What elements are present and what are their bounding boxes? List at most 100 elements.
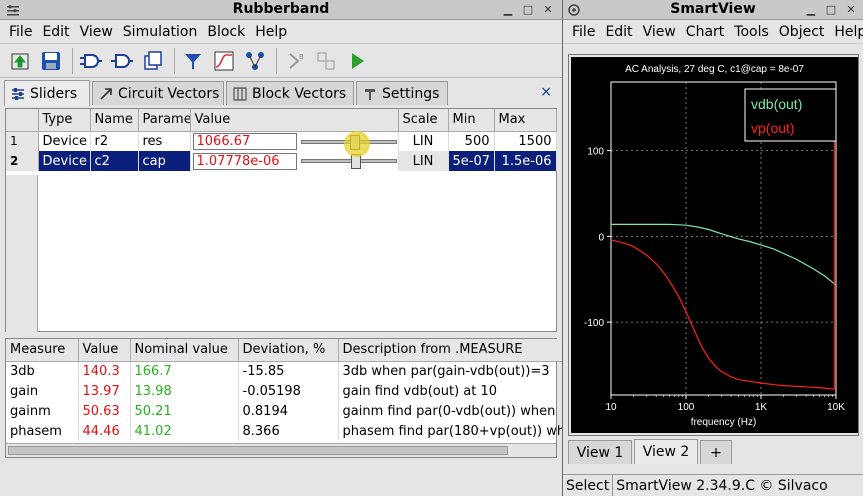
cell-scale[interactable]: LIN (398, 131, 449, 151)
cell-nominal: 166.7 (130, 361, 239, 381)
value-input[interactable]: 1066.67 (192, 133, 297, 151)
cell-min[interactable]: 5e-07 (448, 151, 495, 171)
tab-view-1[interactable]: View 1 (568, 440, 632, 464)
block-vector-icon (233, 87, 247, 100)
col-header-type[interactable]: Type (38, 109, 91, 132)
tab-settings[interactable]: Settings (356, 81, 448, 105)
maximize-icon[interactable]: □ (520, 2, 536, 18)
table-row[interactable]: 3db 140.3 166.7 -15.85 3db when par(gain… (6, 361, 562, 381)
menu-help[interactable]: Help (829, 24, 863, 40)
table-row[interactable]: gain 13.97 13.98 -0.05198 gain find vdb(… (6, 381, 562, 401)
remove-block-icon[interactable] (108, 47, 136, 75)
col-header-nominal[interactable]: Nominal value (130, 339, 239, 362)
step-icon[interactable]: B (281, 47, 309, 75)
horizontal-scrollbar[interactable] (6, 443, 556, 457)
svg-text:B: B (299, 53, 304, 61)
menu-help[interactable]: Help (250, 24, 292, 40)
menubar: File Edit View Simulation Block Help (0, 20, 562, 44)
row-header-strip (6, 175, 38, 332)
close-tab-icon[interactable]: × (540, 84, 552, 100)
cell-deviation: -0.05198 (238, 381, 339, 401)
cell-param[interactable]: cap (138, 151, 191, 171)
wrench-icon (365, 88, 375, 100)
menu-tools[interactable]: Tools (729, 24, 774, 40)
minimize-icon[interactable]: ▁ (803, 2, 819, 18)
corner-header (6, 109, 39, 132)
cursor-highlight (344, 131, 370, 157)
col-header-param[interactable]: Parame (138, 109, 191, 132)
scrollbar-thumb[interactable] (8, 446, 508, 455)
col-header-description[interactable]: Description from .MEASURE (338, 339, 562, 362)
value-input[interactable]: 1.07778e-06 (192, 153, 297, 170)
add-block-icon[interactable] (77, 47, 105, 75)
menu-edit[interactable]: Edit (37, 24, 74, 40)
tab-view-2[interactable]: View 2 (634, 439, 698, 464)
x-axis-label: frequency (Hz) (691, 417, 757, 428)
col-header-value[interactable]: Value (190, 109, 399, 132)
cell-type[interactable]: Device (38, 151, 91, 171)
cell-name[interactable]: c2 (90, 151, 139, 171)
maximize-icon[interactable]: □ (823, 2, 839, 18)
tab-block-vectors-label: Block Vectors (252, 85, 347, 102)
row-number[interactable]: 1 (6, 131, 39, 151)
tab-circuit-vectors[interactable]: Circuit Vectors (92, 81, 224, 105)
legend-entry[interactable]: vdb(out) (751, 96, 802, 112)
tab-block-vectors[interactable]: Block Vectors (226, 81, 354, 105)
ac-analysis-chart[interactable]: AC Analysis, 27 deg C, c1@cap = 8e-07 10 1… (571, 57, 858, 433)
chart-frame: AC Analysis, 27 deg C, c1@cap = 8e-07 10 1… (568, 54, 859, 436)
menu-object[interactable]: Object (774, 24, 830, 40)
arrow-vector-icon (100, 87, 112, 100)
menu-view[interactable]: View (638, 24, 681, 40)
waveform-icon[interactable] (210, 47, 238, 75)
col-header-deviation[interactable]: Deviation, % (238, 339, 339, 362)
tab-sliders[interactable]: Sliders (4, 80, 90, 106)
cell-deviation: 0.8194 (238, 401, 339, 421)
col-header-min[interactable]: Min (448, 109, 495, 132)
x-tick-label: 1K (755, 402, 768, 413)
cell-description: 3db when par(gain-vdb(out))=3 (338, 361, 562, 381)
table-row[interactable]: phasem 44.46 41.02 8.366 phasem find par… (6, 421, 562, 441)
col-header-measure[interactable]: Measure (6, 339, 79, 362)
rubberband-titlebar[interactable]: Rubberband ▁ □ ✕ (0, 0, 562, 20)
legend-entry[interactable]: vp(out) (751, 120, 795, 136)
tab-sliders-label: Sliders (30, 85, 78, 102)
smartview-titlebar[interactable]: SmartView ▁ □ ✕ (563, 0, 863, 20)
menu-file[interactable]: File (4, 24, 37, 40)
add-view-button[interactable]: + (700, 440, 732, 464)
chart-title: AC Analysis, 27 deg C, c1@cap = 8e-07 (625, 64, 804, 75)
cell-name[interactable]: r2 (90, 131, 139, 151)
menu-file[interactable]: File (567, 24, 600, 40)
col-header-mvalue[interactable]: Value (78, 339, 131, 362)
row-number[interactable]: 2 (6, 151, 39, 171)
menu-block[interactable]: Block (202, 24, 250, 40)
table-row[interactable]: 1 Device r2 res 1066.67 LIN 500 1500 (6, 131, 557, 151)
cell-mvalue: 50.63 (78, 401, 131, 421)
col-header-scale[interactable]: Scale (398, 109, 449, 132)
cell-scale[interactable]: LIN (398, 151, 449, 171)
close-icon[interactable]: ✕ (540, 2, 556, 18)
cell-max[interactable]: 1500 (494, 131, 557, 151)
menu-chart[interactable]: Chart (681, 24, 729, 40)
col-header-name[interactable]: Name (90, 109, 139, 132)
batch-icon[interactable] (312, 47, 340, 75)
menu-edit[interactable]: Edit (600, 24, 637, 40)
menu-view[interactable]: View (75, 24, 118, 40)
minimize-icon[interactable]: ▁ (500, 2, 516, 18)
col-header-max[interactable]: Max (494, 109, 557, 132)
save-icon[interactable] (37, 47, 65, 75)
menu-simulation[interactable]: Simulation (118, 24, 203, 40)
table-row-selected[interactable]: 2 Device c2 cap 1.07778e-06 LIN 5e-07 1.… (6, 151, 557, 171)
cell-param[interactable]: res (138, 131, 191, 151)
close-icon[interactable]: ✕ (843, 2, 859, 18)
slider-track[interactable] (300, 159, 397, 163)
cell-min[interactable]: 500 (448, 131, 495, 151)
network-icon[interactable] (241, 47, 269, 75)
cell-type[interactable]: Device (38, 131, 91, 151)
run-icon[interactable] (343, 47, 371, 75)
open-icon[interactable] (6, 47, 34, 75)
y-tick-label: -100 (584, 318, 604, 329)
cell-max[interactable]: 1.5e-06 (494, 151, 557, 171)
table-row[interactable]: gainm 50.63 50.21 0.8194 gainm find par(… (6, 401, 562, 421)
filter-icon[interactable] (179, 47, 207, 75)
copy-icon[interactable] (139, 47, 167, 75)
